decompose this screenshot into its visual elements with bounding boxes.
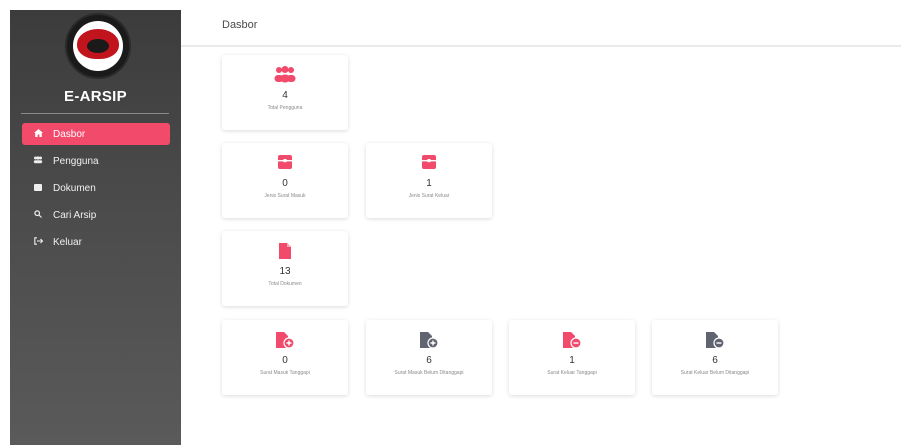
stat-value: 1 bbox=[426, 178, 432, 189]
stat-label: Surat Masuk Belum Ditanggapi bbox=[394, 370, 464, 376]
stat-value: 1 bbox=[569, 355, 575, 366]
folder-icon bbox=[32, 183, 44, 193]
sidebar-item-label: Keluar bbox=[53, 236, 82, 248]
page-title: Dasbor bbox=[222, 19, 258, 31]
file-add-icon bbox=[222, 331, 348, 349]
stat-label: Total Dokumen bbox=[268, 281, 302, 287]
archive-icon bbox=[222, 154, 348, 172]
sidebar-nav: Dasbor Pengguna Dokumen Cari Arsip Kelua… bbox=[22, 123, 170, 258]
stat-value: 0 bbox=[282, 178, 288, 189]
sidebar: E-ARSIP Dasbor Pengguna Dokumen Cari Ars… bbox=[10, 10, 181, 445]
stat-card-surat-masuk-belum: 6 Surat Masuk Belum Ditanggapi bbox=[366, 320, 492, 395]
stat-card-surat-keluar-tanggapi: 1 Surat Keluar Tanggapi bbox=[509, 320, 635, 395]
users-icon bbox=[32, 156, 44, 166]
stat-label: Surat Masuk Tanggapi bbox=[260, 370, 310, 376]
stat-card-jenis-surat-keluar: 1 Jenis Surat Keluar bbox=[366, 143, 492, 218]
sidebar-item-label: Dokumen bbox=[53, 182, 96, 194]
sidebar-divider bbox=[21, 113, 169, 114]
logout-icon bbox=[32, 237, 44, 247]
sidebar-item-label: Pengguna bbox=[53, 155, 99, 167]
stat-card-total-pengguna: 4 Total Pengguna bbox=[222, 55, 348, 130]
stat-label: Surat Keluar Belum Ditanggapi bbox=[680, 370, 750, 376]
sidebar-item-dokumen[interactable]: Dokumen bbox=[22, 177, 170, 199]
stat-label: Jenis Surat Keluar bbox=[408, 193, 450, 199]
stat-value: 6 bbox=[712, 355, 718, 366]
sidebar-item-label: Dasbor bbox=[53, 128, 86, 140]
sidebar-item-label: Cari Arsip bbox=[53, 209, 97, 221]
sidebar-item-cari-arsip[interactable]: Cari Arsip bbox=[22, 204, 170, 226]
stat-value: 13 bbox=[279, 266, 291, 277]
top-bar: Dasbor bbox=[181, 10, 901, 47]
stat-label: Total Pengguna bbox=[267, 105, 303, 111]
archive-icon bbox=[366, 154, 492, 172]
file-add-icon bbox=[366, 331, 492, 349]
search-icon bbox=[32, 210, 44, 220]
sidebar-item-dasbor[interactable]: Dasbor bbox=[22, 123, 170, 145]
stat-card-jenis-surat-masuk: 0 Jenis Surat Masuk bbox=[222, 143, 348, 218]
home-icon bbox=[32, 129, 44, 139]
stat-label: Jenis Surat Masuk bbox=[264, 193, 306, 199]
stat-value: 0 bbox=[282, 355, 288, 366]
users-icon bbox=[222, 66, 348, 84]
app-name: E-ARSIP bbox=[64, 88, 127, 105]
stat-value: 6 bbox=[426, 355, 432, 366]
logo bbox=[65, 13, 131, 79]
file-remove-icon bbox=[509, 331, 635, 349]
sidebar-item-keluar[interactable]: Keluar bbox=[22, 231, 170, 253]
stat-card-surat-masuk-tanggapi: 0 Surat Masuk Tanggapi bbox=[222, 320, 348, 395]
sidebar-item-pengguna[interactable]: Pengguna bbox=[22, 150, 170, 172]
stat-value: 4 bbox=[282, 90, 288, 101]
file-icon bbox=[222, 242, 348, 260]
stat-card-total-dokumen: 13 Total Dokumen bbox=[222, 231, 348, 306]
stat-label: Surat Keluar Tanggapi bbox=[547, 370, 597, 376]
stat-card-surat-keluar-belum: 6 Surat Keluar Belum Ditanggapi bbox=[652, 320, 778, 395]
file-remove-icon bbox=[652, 331, 778, 349]
